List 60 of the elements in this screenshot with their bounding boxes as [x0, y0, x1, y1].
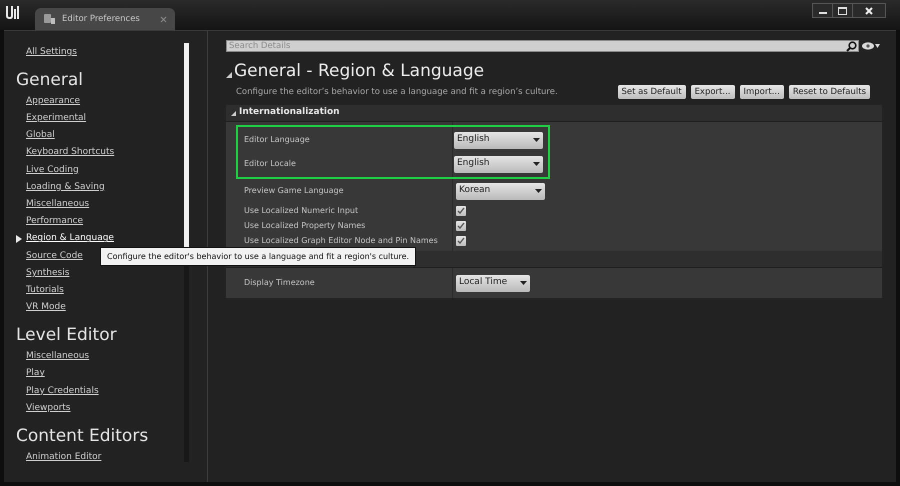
- page-description: Configure the editor’s behavior to use a language and fit a region’s culture.: [236, 86, 558, 99]
- maximize-icon: [838, 6, 847, 14]
- property-label: Use Localized Property Names: [244, 220, 366, 232]
- action-button[interactable]: Reset to Defaults: [788, 85, 870, 99]
- dropdown[interactable]: Local Time: [456, 274, 530, 292]
- property-label: Preview Game Language: [244, 185, 345, 197]
- dropdown[interactable]: English: [454, 156, 543, 172]
- dropdown[interactable]: English: [454, 132, 543, 148]
- sidebar-link[interactable]: Miscellaneous: [26, 350, 90, 364]
- page-title: General - Region & Language: [234, 60, 484, 84]
- action-button[interactable]: Set as Default: [618, 85, 686, 99]
- caret-icon: [520, 281, 527, 285]
- property-label: Display Timezone: [244, 277, 316, 289]
- property-label: Editor Language: [244, 134, 311, 146]
- tab-title: Editor Preferences: [62, 12, 141, 26]
- property-label: Use Localized Numeric Input: [244, 204, 360, 216]
- sidebar-link[interactable]: Keyboard Shortcuts: [26, 146, 114, 160]
- action-button[interactable]: Export...: [690, 85, 734, 99]
- property-label: Editor Locale: [244, 158, 297, 170]
- section-heading: Level Editor: [16, 324, 117, 348]
- section-heading: Content Editors: [16, 425, 148, 448]
- sidebar-link[interactable]: Tutorials: [26, 284, 64, 298]
- sidebar-link[interactable]: Source Code: [26, 250, 83, 264]
- close-icon: [865, 6, 873, 14]
- tooltip: Configure the editor's behavior to use a language and fit a region's culture.: [100, 247, 416, 266]
- checkbox[interactable]: [456, 206, 466, 216]
- sidebar-link[interactable]: Play: [26, 367, 45, 381]
- collapse-arrow-icon: [226, 72, 232, 78]
- dropdown[interactable]: Korean: [456, 182, 545, 200]
- sidebar-link[interactable]: Synthesis: [26, 266, 70, 280]
- sidebar-link[interactable]: Animation Editor: [26, 451, 102, 465]
- sidebar-link[interactable]: Region & Language: [26, 232, 114, 246]
- category-title: Internationalization: [239, 106, 340, 120]
- search-field[interactable]: Search Details: [226, 40, 859, 52]
- editor-tab[interactable]: Editor Preferences: [35, 8, 175, 30]
- caret-icon: [875, 44, 880, 48]
- sidebar-link[interactable]: Viewports: [26, 402, 70, 416]
- caret-icon: [533, 138, 540, 142]
- caret-icon: [533, 162, 540, 166]
- sidebar-link[interactable]: Global: [26, 129, 55, 143]
- engine-logo-icon: [3, 3, 21, 21]
- search-icon: [846, 41, 857, 52]
- category-header[interactable]: Internationalization: [226, 105, 882, 122]
- section-heading: General: [16, 69, 83, 92]
- sidebar-link[interactable]: Play Credentials: [26, 384, 99, 398]
- settings-link[interactable]: All Settings: [26, 43, 77, 61]
- action-button[interactable]: Import...: [740, 85, 784, 99]
- sidebar-link[interactable]: Experimental: [26, 112, 86, 126]
- caret-icon: [535, 189, 542, 193]
- sidebar-link[interactable]: Miscellaneous: [26, 198, 90, 212]
- sidebar-link[interactable]: Performance: [26, 215, 84, 229]
- sidebar-link[interactable]: Appearance: [26, 94, 80, 108]
- checkbox[interactable]: [456, 236, 466, 246]
- checkbox[interactable]: [456, 220, 466, 230]
- sidebar-link[interactable]: Live Coding: [26, 164, 79, 178]
- sidebar-link[interactable]: VR Mode: [26, 301, 66, 315]
- sidebar-link[interactable]: Loading & Saving: [26, 180, 105, 194]
- preferences-icon: [43, 13, 56, 25]
- close-icon: [160, 16, 167, 22]
- property-label: Use Localized Graph Editor Node and Pin Names: [244, 234, 439, 246]
